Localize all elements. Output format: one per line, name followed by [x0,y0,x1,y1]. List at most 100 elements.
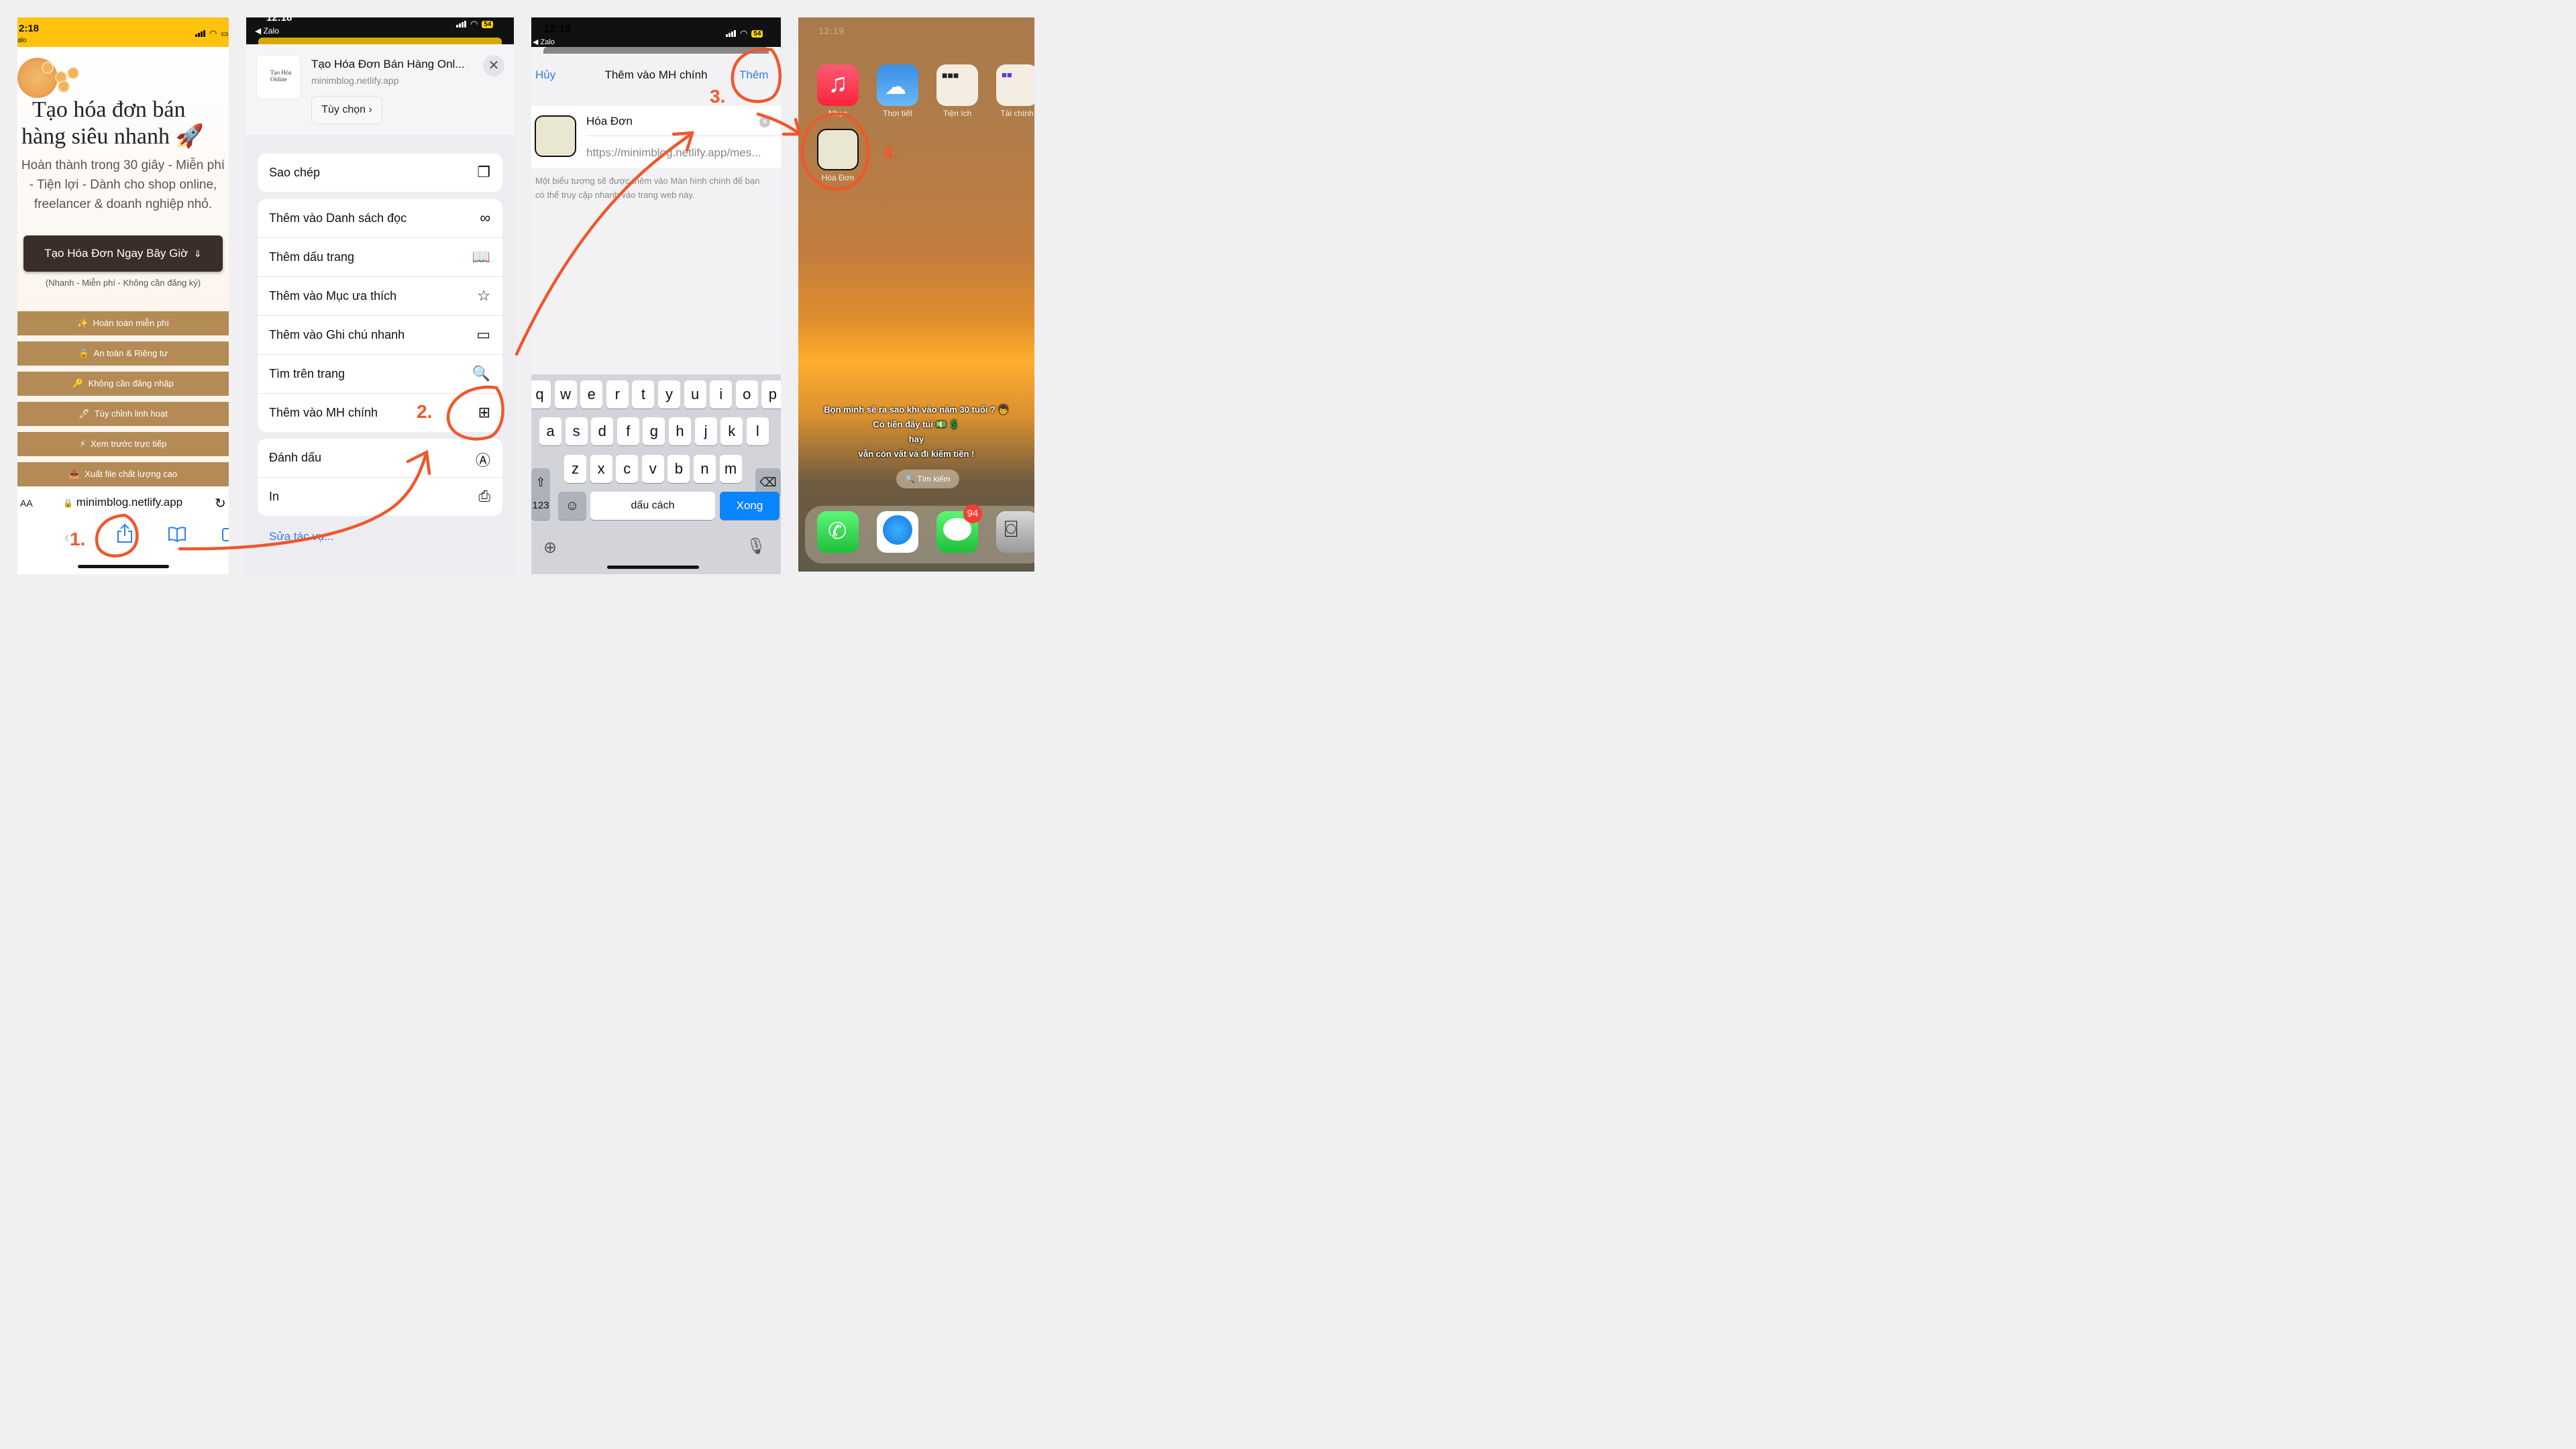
key-c[interactable]: c [616,455,639,483]
feature-item: 📤 Xuất file chất lượng cao [17,462,229,486]
lock-icon: 🔒 [78,348,90,358]
back-to-app[interactable]: alo [17,37,26,44]
key-p[interactable]: p [761,380,781,409]
caption-line: hay [908,434,924,444]
add-button[interactable]: Thêm [739,68,768,82]
feature-item: 🖊 Tùy chỉnh linh hoạt [17,402,229,426]
key-v[interactable]: v [641,455,664,483]
menu-item-find-on-page[interactable]: Tìm trên trang 🔍 [258,355,502,394]
menu-item-quick-note[interactable]: Thêm vào Ghi chú nhanh ▭ [258,316,502,355]
key-z[interactable]: z [564,455,586,483]
menu-item-favorites[interactable]: Thêm vào Mục ưa thích ☆ [258,277,502,316]
spotlight-search-button[interactable]: 🔍 Tìm kiếm [896,470,959,488]
feature-label: Không cần đăng nhập [88,378,174,388]
edit-actions-link[interactable]: Sửa tác vụ... [269,530,333,543]
status-time: 12:18 [266,17,292,23]
subtitle-line: freelancer & doanh nghiệp nhỏ. [34,197,213,211]
menu-item-label: Thêm vào Ghi chú nhanh [269,328,405,341]
page-heading-line: Tạo hóa đơn bán [32,97,186,122]
signal-icon [456,21,466,28]
app-label: Nhạc [828,109,847,118]
close-button[interactable]: ✕ [483,55,504,76]
coin-decoration [58,80,70,93]
weather-app-icon[interactable]: ☁ [877,64,918,106]
menu-item-bookmark[interactable]: Thêm dấu trang 📖 [258,238,502,277]
key-j[interactable]: j [694,417,717,445]
phone-app-icon[interactable]: ✆ [817,511,859,553]
key-s[interactable]: s [565,417,588,445]
reload-icon[interactable]: ↻ [215,495,226,512]
text-size-button[interactable]: AA [20,498,33,508]
microphone-icon[interactable]: 🎙 [746,537,766,556]
sparkle-icon: ✨ [77,318,89,328]
key-a[interactable]: a [539,417,561,445]
invoice-app-icon[interactable] [817,129,859,170]
menu-item-markup[interactable]: Đánh dấu Ⓐ [258,439,502,478]
share-button[interactable] [116,523,133,547]
emoji-key[interactable]: ☺ [558,492,586,520]
tabs-button[interactable] [221,527,229,547]
signal-icon [726,30,736,37]
create-invoice-label: Tạo Hóa Đơn Ngay Bây Giờ [44,247,189,260]
key-k[interactable]: k [720,417,743,445]
menu-item-print[interactable]: In ⎙ [258,478,502,516]
key-d[interactable]: d [591,417,614,445]
key-i[interactable]: i [710,380,733,409]
key-e[interactable]: e [580,380,603,409]
key-u[interactable]: u [684,380,706,409]
caption-line: vẫn còn vất vả đi kiếm tiền ! [858,449,975,459]
action-group: Đánh dấu Ⓐ In ⎙ [258,439,502,516]
menu-item-copy[interactable]: Sao chép ❐ [258,154,502,192]
app-label: Thời tiết [883,109,912,118]
create-invoice-button[interactable]: Tạo Hóa Đơn Ngay Bây Giờ ⇓ [23,235,223,272]
step-4-label: 4. [883,142,899,163]
key-icon: 🔑 [72,378,84,388]
key-t[interactable]: t [632,380,655,409]
action-group: Thêm vào Danh sách đọc ∞ Thêm dấu trang 📖 … [258,199,502,432]
key-l[interactable]: l [746,417,769,445]
menu-item-label: Thêm vào MH chính [269,406,378,419]
key-q[interactable]: q [531,380,551,409]
key-y[interactable]: y [658,380,680,409]
key-g[interactable]: g [643,417,665,445]
shortcut-name-input[interactable]: Hóa Đơn [586,115,633,128]
key-r[interactable]: r [606,380,629,409]
menu-item-add-to-home[interactable]: Thêm vào MH chính ⊞ [258,394,502,432]
home-indicator [78,565,169,568]
utilities-folder-icon[interactable]: ■■■ [936,64,978,106]
menu-item-reading-list[interactable]: Thêm vào Danh sách đọc ∞ [258,199,502,238]
feature-label: Hoàn toàn miễn phí [93,318,169,328]
caption-line: Có tiền đầy túi 💵 💲 [873,419,960,429]
close-icon: ✕ [488,58,500,73]
url-field[interactable]: 🔒 minimblog.netlify.app [63,496,182,509]
finance-folder-icon[interactable]: ■■ [996,64,1034,106]
key-o[interactable]: o [735,380,758,409]
key-x[interactable]: x [590,455,612,483]
back-to-app[interactable]: ◀ Zalo [533,38,555,46]
numbers-key[interactable]: 123 [531,492,550,520]
copy-icon: ❐ [477,164,490,180]
space-key[interactable]: dấu cách [590,492,715,520]
safari-app-icon[interactable] [877,511,918,553]
options-button[interactable]: Tùy chọn › [311,96,382,124]
back-to-app[interactable]: ◀ Zalo [255,26,279,36]
menu-item-label: Đánh dấu [269,451,322,464]
app-label: Tiện ích [943,109,972,118]
key-m[interactable]: m [719,455,742,483]
status-icons: ◠ ▭ [195,28,229,39]
clear-text-icon[interactable]: ✕ [759,117,770,127]
key-f[interactable]: f [616,417,639,445]
key-b[interactable]: b [667,455,690,483]
share-page-title: Tạo Hóa Đơn Bán Hàng Onl... [311,58,465,70]
feature-label: An toàn & Riêng tư [93,348,168,358]
camera-app-icon[interactable]: ⌼ [996,511,1034,553]
back-icon[interactable]: ‹ [64,529,69,546]
compass-icon [883,515,912,545]
key-n[interactable]: n [694,455,716,483]
bookmarks-button[interactable] [168,526,186,546]
globe-icon[interactable]: ⊕ [543,538,557,557]
key-h[interactable]: h [669,417,691,445]
done-key[interactable]: Xong [720,492,780,520]
key-w[interactable]: w [554,380,577,409]
music-app-icon[interactable]: ♫ [817,64,859,106]
